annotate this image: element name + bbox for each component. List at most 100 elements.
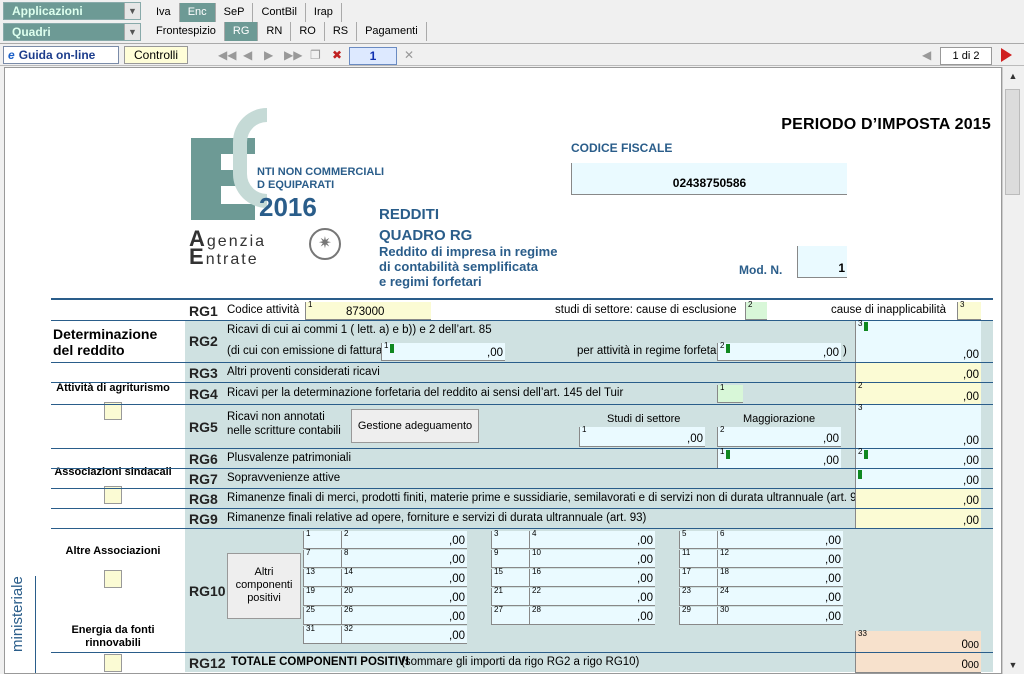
rg10-code-field[interactable]: 29	[679, 605, 717, 625]
rg10-code-field[interactable]: 23	[679, 586, 717, 606]
next-module-icon[interactable]	[1001, 48, 1012, 62]
rg4-check-field[interactable]: 1	[717, 383, 743, 403]
rg10-code-field[interactable]: 7	[303, 548, 341, 568]
rg10-code-field[interactable]: 3	[491, 529, 529, 549]
rg9-field[interactable]: ,00	[855, 509, 981, 529]
first-page-icon[interactable]: ◀◀	[218, 48, 236, 62]
rg2-total-field[interactable]: 3,00	[855, 319, 981, 363]
current-page-field[interactable]: 1	[349, 47, 397, 65]
copy-icon[interactable]: ❐	[310, 48, 321, 62]
rg10-code-field[interactable]: 13	[303, 567, 341, 587]
rg10-amount-field[interactable]: 26,00	[341, 605, 467, 625]
tab-pagamenti[interactable]: Pagamenti	[357, 22, 427, 41]
rg10-amount-field[interactable]: 16,00	[529, 567, 655, 587]
vertical-scrollbar[interactable]: ▲ ▼	[1002, 67, 1022, 674]
rg10-amount-field[interactable]: 30,00	[717, 605, 843, 625]
rg10-amount-field[interactable]: 6,00	[717, 529, 843, 549]
rg10-amount-field[interactable]: 28,00	[529, 605, 655, 625]
quadri-dropdown[interactable]: Quadri ▼	[3, 23, 141, 41]
tab-rs[interactable]: RS	[325, 22, 358, 41]
rg10-amount-field[interactable]: 18,00	[717, 567, 843, 587]
tab-rg[interactable]: RG	[224, 22, 259, 41]
altri-componenti-button[interactable]: Altri componenti positivi	[227, 553, 301, 619]
cause-inapplicabilita-field[interactable]: 3	[957, 300, 981, 320]
rg10-code-field[interactable]: 9	[491, 548, 529, 568]
rg10-code-field[interactable]: 27	[491, 605, 529, 625]
chevron-down-icon[interactable]: ▼	[124, 24, 140, 40]
clear-icon[interactable]: ✕	[404, 48, 414, 62]
rg10-amount-field[interactable]: 12,00	[717, 548, 843, 568]
mod-n-field[interactable]: 1	[797, 246, 847, 278]
row-rg2: RG2 Ricavi di cui ai commi 1 ( lett. a) …	[51, 319, 993, 363]
mod-n-label: Mod. N.	[739, 263, 783, 277]
mod-n-value: 1	[838, 261, 845, 275]
rg8-field[interactable]: ,00	[855, 489, 981, 509]
rg10-code-field[interactable]: 25	[303, 605, 341, 625]
tab-enc[interactable]: Enc	[179, 3, 216, 22]
rg10-code-field[interactable]: 1	[303, 529, 341, 549]
tab-frontespizio[interactable]: Frontespizio	[148, 22, 225, 41]
rg6-field2[interactable]: 2,00	[855, 447, 981, 469]
tab-sep[interactable]: SeP	[216, 3, 254, 22]
rg10-amount-field[interactable]: 14,00	[341, 567, 467, 587]
rg10-code-field[interactable]: 31	[303, 624, 341, 644]
prev-page-icon[interactable]: ◀	[243, 48, 252, 62]
controlli-button[interactable]: Controlli	[124, 46, 188, 64]
rg6-field1[interactable]: 1,00	[717, 447, 841, 469]
delete-page-icon[interactable]: ✖	[332, 48, 342, 62]
rg10-amount-field[interactable]: 32,00	[341, 624, 467, 644]
tab-ro[interactable]: RO	[291, 22, 325, 41]
rg7-field[interactable]: ,00	[855, 469, 981, 489]
rg10-code-field[interactable]: 17	[679, 567, 717, 587]
rg5-maggiorazione-field[interactable]: 2,00	[717, 425, 841, 447]
tab-contbil[interactable]: ContBil	[253, 3, 306, 22]
rg5-total-field[interactable]: 3,00	[855, 403, 981, 449]
ie-icon: e	[8, 48, 15, 62]
last-page-icon[interactable]: ▶▶	[284, 48, 302, 62]
rg3-field[interactable]: ,00	[855, 363, 981, 383]
scroll-thumb[interactable]	[1005, 89, 1020, 195]
tab-iva[interactable]: Iva	[148, 3, 180, 22]
row-desc: (di cui con emissione di fattura	[227, 345, 383, 357]
tab-irap[interactable]: Irap	[306, 3, 342, 22]
gestione-adeguamento-button[interactable]: Gestione adeguamento	[351, 409, 479, 443]
rg10-amount-field[interactable]: 10,00	[529, 548, 655, 568]
rg10-amount-field[interactable]: 8,00	[341, 548, 467, 568]
row-desc: Ricavi di cui ai commi 1 ( lett. a) e b)…	[227, 324, 492, 336]
scroll-down-icon[interactable]: ▼	[1003, 656, 1023, 674]
rg10-amount-field[interactable]: 4,00	[529, 529, 655, 549]
rg10-amount-field[interactable]: 22,00	[529, 586, 655, 606]
cause-esclusione-field[interactable]: 2	[745, 300, 767, 320]
prev-module-icon[interactable]: ◀	[922, 48, 931, 62]
rg4-field[interactable]: 2,00	[855, 381, 981, 405]
logo-line2: D EQUIPARATI	[257, 179, 335, 191]
rg10-amount-field[interactable]: 2,00	[341, 529, 467, 549]
nav-toolbar: e Guida on-line Controlli ◀◀ ◀ ▶ ▶▶ ❐ ✖ 1…	[0, 44, 1024, 66]
rg2-fattura-field[interactable]: 1,00	[381, 341, 505, 361]
scroll-up-icon[interactable]: ▲	[1003, 67, 1023, 85]
rg10-code-field[interactable]: 19	[303, 586, 341, 606]
applicazioni-dropdown[interactable]: Applicazioni ▼	[3, 2, 141, 20]
rg10-total-field[interactable]: 33 000	[855, 629, 981, 653]
logo-e-shape	[191, 138, 221, 220]
rg10-amount-field[interactable]: 24,00	[717, 586, 843, 606]
rg12-total-field[interactable]: 000	[855, 653, 981, 673]
codice-fiscale-field[interactable]: 02438750586	[571, 163, 847, 195]
rg10-code-field[interactable]: 11	[679, 548, 717, 568]
codice-attivita-field[interactable]: 1 873000	[305, 300, 431, 320]
chevron-down-icon[interactable]: ▼	[124, 3, 140, 19]
bottom-tabs: Frontespizio RG RN RO RS Pagamenti	[148, 22, 427, 41]
guida-online-button[interactable]: e Guida on-line	[3, 46, 119, 64]
studi-esclusione-label: studi di settore: cause di esclusione	[555, 304, 737, 316]
rg10-code-field[interactable]: 5	[679, 529, 717, 549]
rg2-forfetario-field[interactable]: 2,00	[717, 341, 841, 361]
rg10-amount-field[interactable]: 20,00	[341, 586, 467, 606]
row-code: RG2	[189, 333, 218, 349]
row-rg7: RG7 Sopravvenienze attive ,00	[51, 468, 993, 489]
row-desc: Altri proventi considerati ricavi	[227, 366, 380, 378]
rg10-code-field[interactable]: 21	[491, 586, 529, 606]
rg10-code-field[interactable]: 15	[491, 567, 529, 587]
next-page-icon[interactable]: ▶	[264, 48, 273, 62]
rg5-studi-field[interactable]: 1,00	[579, 425, 705, 447]
tab-rn[interactable]: RN	[258, 22, 292, 41]
